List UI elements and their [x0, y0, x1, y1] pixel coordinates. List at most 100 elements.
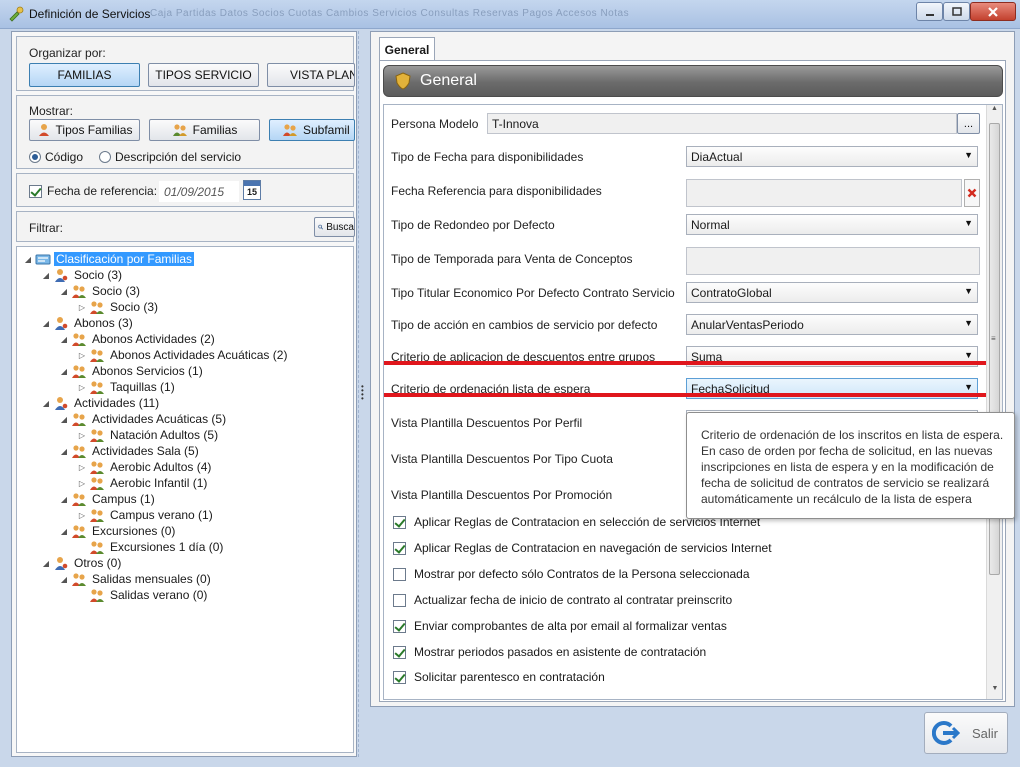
tree-node-abonos-actividades[interactable]: ◢ Abonos Actividades (2) — [59, 331, 217, 347]
group-icon — [71, 412, 87, 426]
option-checkbox-row[interactable]: Enviar comprobantes de alta por email al… — [393, 619, 727, 633]
persona-modelo-browse-button[interactable]: ... — [957, 113, 980, 134]
tree-node-label: Abonos Servicios (1) — [92, 364, 203, 378]
tipo-temporada-field[interactable] — [686, 247, 980, 275]
show-familias-button[interactable]: Familias — [149, 119, 260, 141]
collapse-arrow-icon[interactable]: ◢ — [41, 559, 51, 568]
tree-node-abonos-servicios[interactable]: ◢ Abonos Servicios (1) — [59, 363, 205, 379]
organize-vista-plan-button[interactable]: VISTA PLAN — [267, 63, 355, 87]
tree-node-taquillas[interactable]: ▷ Taquillas (1) — [77, 379, 177, 395]
fecha-referencia-checkbox[interactable] — [29, 185, 42, 198]
persona-modelo-field: T-Innova — [487, 113, 957, 134]
tree-node-actividades-sala[interactable]: ◢ Actividades Sala (5) — [59, 443, 201, 459]
scroll-up-icon[interactable]: ▲ — [987, 105, 1002, 119]
organize-section: Organizar por: FAMILIAS TIPOS SERVICIO V… — [16, 36, 355, 91]
tree-node-abonos[interactable]: ◢ Abonos (3) — [41, 315, 135, 331]
expand-arrow-icon[interactable]: ▷ — [77, 383, 87, 392]
left-pane: Organizar por: FAMILIAS TIPOS SERVICIO V… — [11, 31, 357, 757]
option-checkbox-row[interactable]: Mostrar periodos pasados en asistente de… — [393, 645, 706, 659]
reference-date-section: Fecha de referencia: 01/09/2015 15 — [16, 173, 354, 207]
search-button[interactable]: Busca — [314, 217, 355, 237]
tree-root[interactable]: ◢ Clasificación por Familias — [23, 251, 195, 267]
exit-button[interactable]: Salir — [924, 712, 1008, 754]
tree-node-campus[interactable]: ◢ Campus (1) — [59, 491, 157, 507]
collapse-arrow-icon[interactable]: ◢ — [59, 287, 69, 296]
option-checkbox-row[interactable]: Aplicar Reglas de Contratacion en navega… — [393, 541, 772, 555]
collapse-arrow-icon[interactable]: ◢ — [41, 319, 51, 328]
option-checkbox[interactable] — [393, 645, 406, 659]
collapse-arrow-icon[interactable]: ◢ — [23, 255, 33, 264]
tree-node-actividades[interactable]: ◢ Actividades (11) — [41, 395, 161, 411]
option-checkbox[interactable] — [393, 670, 406, 684]
clear-date-button[interactable] — [964, 179, 980, 207]
close-button[interactable] — [970, 2, 1016, 21]
tree-node-label: Salidas verano (0) — [110, 588, 208, 602]
tipo-fecha-combo[interactable]: DiaActual ▼ — [686, 146, 978, 167]
collapse-arrow-icon[interactable]: ◢ — [41, 271, 51, 280]
tipo-titular-combo[interactable]: ContratoGlobal ▼ — [686, 282, 978, 303]
option-checkbox[interactable] — [393, 567, 406, 581]
combo-value: Normal — [691, 217, 730, 232]
tree-node-aerobic-infantil[interactable]: ▷ Aerobic Infantil (1) — [77, 475, 209, 491]
expand-arrow-icon[interactable]: ▷ — [77, 463, 87, 472]
option-checkbox[interactable] — [393, 619, 406, 633]
tree-node-abonos-acuaticas[interactable]: ▷ Abonos Actividades Acuáticas (2) — [77, 347, 289, 363]
collapse-arrow-icon[interactable]: ◢ — [59, 335, 69, 344]
organize-familias-button[interactable]: FAMILIAS — [29, 63, 140, 87]
splitter-grip-icon[interactable]: • • • • — [361, 383, 364, 403]
expand-arrow-icon[interactable]: ▷ — [77, 479, 87, 488]
maximize-button[interactable] — [943, 2, 970, 21]
collapse-arrow-icon[interactable]: ◢ — [59, 495, 69, 504]
collapse-arrow-icon[interactable]: ◢ — [59, 415, 69, 424]
option-checkbox[interactable] — [393, 593, 406, 607]
scroll-down-icon[interactable]: ▼ — [987, 685, 1002, 699]
group-icon — [71, 492, 87, 506]
tree-node-salidas-mensuales[interactable]: ◢ Salidas mensuales (0) — [59, 571, 213, 587]
fecha-referencia-field[interactable] — [686, 179, 962, 207]
tree-node-excursiones-1-dia[interactable]: Excursiones 1 día (0) — [77, 539, 225, 555]
radio-codigo[interactable]: Código — [29, 150, 83, 164]
expand-arrow-icon[interactable]: ▷ — [77, 351, 87, 360]
tree-node-socio[interactable]: ◢ Socio (3) — [41, 267, 124, 283]
organize-label: Organizar por: — [29, 46, 106, 60]
shield-icon — [395, 72, 411, 90]
option-checkbox-row[interactable]: Actualizar fecha de inicio de contrato a… — [393, 593, 732, 607]
tree-node-otros[interactable]: ◢ Otros (0) — [41, 555, 123, 571]
expand-arrow-icon[interactable]: ▷ — [77, 303, 87, 312]
collapse-arrow-icon[interactable]: ◢ — [59, 527, 69, 536]
tree-node-aerobic-adultos[interactable]: ▷ Aerobic Adultos (4) — [77, 459, 213, 475]
option-checkbox-row[interactable]: Mostrar por defecto sólo Contratos de la… — [393, 567, 750, 581]
tipo-accion-combo[interactable]: AnularVentasPeriodo ▼ — [686, 314, 978, 335]
group-icon — [89, 476, 105, 490]
group-icon — [71, 524, 87, 538]
tree-node-salidas-verano[interactable]: Salidas verano (0) — [77, 587, 209, 603]
property-scrollbar[interactable]: ▲ ≡ ▼ — [986, 105, 1002, 699]
calendar-day: 15 — [246, 187, 257, 197]
organize-tipos-servicio-button[interactable]: TIPOS SERVICIO — [148, 63, 259, 87]
collapse-arrow-icon[interactable]: ◢ — [59, 575, 69, 584]
fecha-referencia-input[interactable]: 01/09/2015 — [159, 181, 239, 202]
minimize-button[interactable] — [916, 2, 943, 21]
tree-node-campus-verano[interactable]: ▷ Campus verano (1) — [77, 507, 215, 523]
option-checkbox[interactable] — [393, 541, 406, 555]
collapse-arrow-icon[interactable]: ◢ — [41, 399, 51, 408]
expand-arrow-icon[interactable]: ▷ — [77, 511, 87, 520]
collapse-arrow-icon[interactable]: ◢ — [59, 447, 69, 456]
tipo-redondeo-combo[interactable]: Normal ▼ — [686, 214, 978, 235]
option-checkbox-row[interactable]: Solicitar parentesco en contratación — [393, 670, 605, 684]
tree-node-socio-sub[interactable]: ◢ Socio (3) — [59, 283, 142, 299]
option-checkbox[interactable] — [393, 515, 406, 529]
tree-node-excursiones[interactable]: ◢ Excursiones (0) — [59, 523, 177, 539]
prop-label: Tipo de Temporada para Venta de Concepto… — [391, 252, 633, 266]
organize-vista-plan-label: VISTA PLAN — [290, 68, 355, 82]
show-tipos-familias-button[interactable]: Tipos Familias — [29, 119, 140, 141]
expand-arrow-icon[interactable]: ▷ — [77, 431, 87, 440]
tab-general[interactable]: General — [379, 37, 435, 61]
tree-node-socio-leaf[interactable]: ▷ Socio (3) — [77, 299, 160, 315]
calendar-icon[interactable]: 15 — [243, 180, 261, 200]
tree-node-natacion-adultos[interactable]: ▷ Natación Adultos (5) — [77, 427, 220, 443]
tree-node-actividades-acuaticas[interactable]: ◢ Actividades Acuáticas (5) — [59, 411, 228, 427]
collapse-arrow-icon[interactable]: ◢ — [59, 367, 69, 376]
show-subfamilias-button[interactable]: Subfamil — [269, 119, 355, 141]
radio-descripcion[interactable]: Descripción del servicio — [99, 150, 241, 164]
